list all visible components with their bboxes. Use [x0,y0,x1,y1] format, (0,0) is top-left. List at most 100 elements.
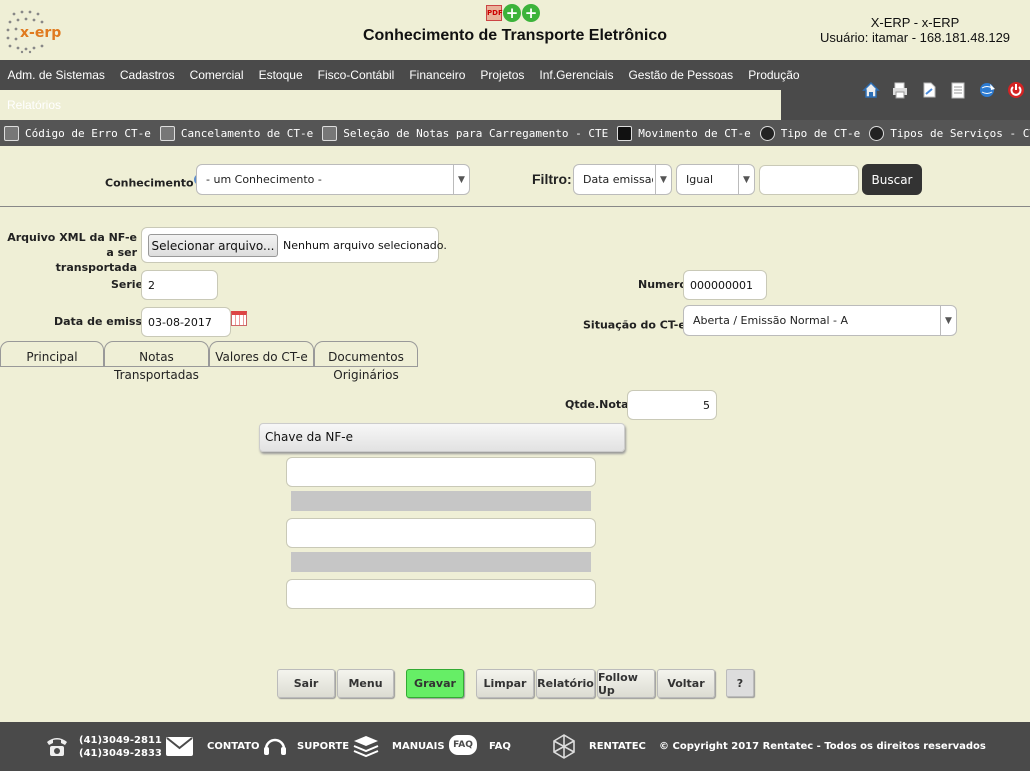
phone-2: (41)3049-2833 [79,748,162,759]
select-file-button[interactable]: Selecionar arquivo... [148,234,278,257]
svg-text:x-erp: x-erp [20,25,61,41]
gravar-button[interactable]: Gravar [406,669,464,698]
menu-inf-gerenciais[interactable]: Inf.Gerenciais [532,68,621,82]
copyright: © Copyright 2017 Rentatec - Todos os dir… [659,741,986,752]
headset-icon [262,734,288,763]
phone-1: (41)3049-2811 [79,735,162,746]
tab-notas-transportadas[interactable]: Notas Transportadas [104,341,209,382]
data-emissao-input[interactable]: 03-08-2017 [141,307,231,337]
situacao-select[interactable]: Aberta / Emissão Normal - A ▼ [683,305,957,336]
menu-adm-sistemas[interactable]: Adm. de Sistemas [0,68,112,82]
calendar-icon[interactable] [231,311,247,326]
list-icon[interactable] [947,80,969,100]
terminal-icon [617,125,633,141]
printer-icon[interactable] [889,80,911,100]
sair-button[interactable]: Sair [277,669,335,698]
tab-underline [0,366,418,367]
chave-nfe-separator [291,491,591,511]
file-status: Nenhum arquivo selecionado. [283,239,447,252]
conhecimento-select[interactable]: - um Conhecimento - ▼ [196,164,470,195]
add-icon[interactable]: + [503,4,521,22]
system-name: X-ERP - x-ERP [870,15,960,30]
chevron-down-icon: ▼ [940,306,956,335]
chave-nfe-header: Chave da NF-e [259,423,625,452]
rentatec-logo-icon [549,731,579,764]
menu-relatorios[interactable]: Relatórios [7,98,61,112]
main-menu: Adm. de Sistemas Cadastros Comercial Est… [0,60,807,90]
pdf-icon[interactable]: PDF [486,5,503,21]
page-title: Conhecimento de Transporte Eletrônico [362,27,668,44]
globe-icon[interactable] [976,80,998,100]
mail-icon[interactable] [166,737,193,756]
power-icon[interactable] [1005,80,1027,100]
filter-field-select[interactable]: Data emissao ▼ [573,164,672,195]
chave-nfe-input-3[interactable] [286,579,596,609]
menu-gestao-pessoas[interactable]: Gestão de Pessoas [621,68,741,82]
submenu-movimento[interactable]: Movimento de CT-e [617,125,751,141]
xml-file-label: Arquivo XML da NF-e a ser transportada [7,231,137,274]
conhecimento-label: Conhecimentoi [105,174,205,190]
faq-link[interactable]: FAQ [489,741,511,752]
menu-producao[interactable]: Produção [741,68,807,82]
report-icon [4,125,19,141]
gear-icon [759,125,775,141]
manuais-link[interactable]: MANUAIS [392,741,445,752]
menu-comercial[interactable]: Comercial [182,68,251,82]
menu-cadastros[interactable]: Cadastros [112,68,182,82]
menu-financeiro[interactable]: Financeiro [402,68,473,82]
submenu-selecao-notas[interactable]: Seleção de Notas para Carregamento - CTE [322,125,608,141]
serie-input[interactable]: 2 [141,270,218,300]
qtde-notas-label: Qtde.Notas [565,398,636,411]
tab-principal[interactable]: Principal [0,341,104,367]
numero-label: Numero [638,278,687,291]
add-icon[interactable]: + [522,4,540,22]
menu-button[interactable]: Menu [337,669,394,698]
home-icon[interactable] [860,80,882,100]
buscar-button[interactable]: Buscar [862,164,922,195]
numero-input[interactable]: 000000001 [683,270,767,300]
submenu-tipos-servicos[interactable]: Tipos de Serviços - CTE [869,125,1030,141]
chave-nfe-input-1[interactable] [286,457,596,487]
relatorio-button[interactable]: Relatório [536,669,595,698]
filtro-label: Filtro: [532,171,572,187]
situacao-label: Situação do CT-ei [583,316,697,332]
chave-nfe-separator [291,552,591,572]
chave-nfe-input-2[interactable] [286,518,596,548]
follow-up-button[interactable]: Follow Up [597,669,655,698]
filter-search-input[interactable] [759,165,859,195]
menu-bar-second-row [0,90,781,120]
submenu: Código de Erro CT-e Cancelamento de CT-e… [0,120,1030,146]
phone-icon [44,734,70,761]
limpar-button[interactable]: Limpar [476,669,534,698]
menu-projetos[interactable]: Projetos [473,68,532,82]
tab-valores-cte[interactable]: Valores do CT-e [209,341,314,367]
serie-label: Serie [111,278,144,291]
menu-fisco-contabil[interactable]: Fisco-Contábil [310,68,402,82]
submenu-codigo-erro[interactable]: Código de Erro CT-e [4,125,151,141]
rentatec-link[interactable]: RENTATEC [589,741,646,752]
cancel-doc-icon [159,125,175,141]
menu-estoque[interactable]: Estoque [251,68,310,82]
voltar-button[interactable]: Voltar [657,669,715,698]
checklist-icon [322,125,338,141]
truck-icon [869,125,885,141]
faq-icon: FAQ [449,735,477,755]
qtde-notas-input[interactable]: 5 [627,390,717,420]
help-button[interactable]: ? [726,669,754,697]
submenu-cancelamento[interactable]: Cancelamento de CT-e [159,125,313,141]
x-erp-logo[interactable]: x-erp [2,6,64,54]
divider [0,206,1030,207]
chevron-down-icon: ▼ [655,165,671,194]
suporte-link[interactable]: SUPORTE [297,741,349,752]
tool-icons [860,80,1027,100]
chevron-down-icon: ▼ [453,165,469,194]
submenu-tipo-cte[interactable]: Tipo de CT-e [759,125,860,141]
header-actions: PDF + + [486,3,540,23]
tab-documentos-originarios[interactable]: Documentos Originários [314,341,418,382]
document-icon[interactable] [918,80,940,100]
contato-link[interactable]: CONTATO [207,741,260,752]
books-icon [352,735,380,762]
user-info: Usuário: itamar - 168.181.48.129 [819,30,1011,45]
chevron-down-icon: ▼ [738,165,754,194]
filter-operator-select[interactable]: Igual ▼ [676,164,755,195]
